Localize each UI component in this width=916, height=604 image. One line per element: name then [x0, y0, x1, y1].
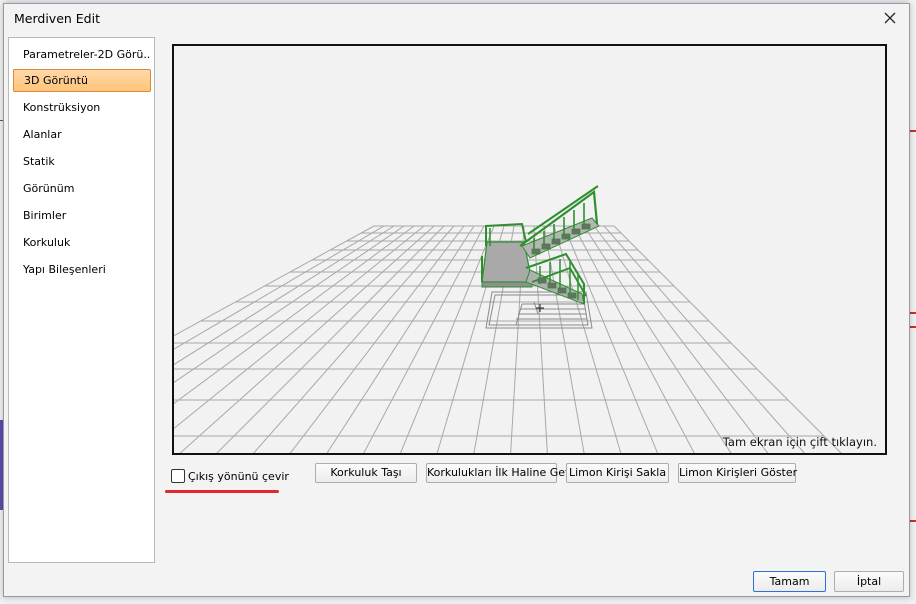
dialog-title: Merdiven Edit	[14, 11, 100, 26]
background-marker	[909, 130, 916, 132]
sidebar-item-parametreler-2d[interactable]: Parametreler-2D Görü...	[13, 43, 151, 66]
sidebar-item-birimler[interactable]: Birimler	[13, 204, 151, 227]
fullscreen-hint: Tam ekran için çift tıklayın.	[722, 435, 877, 449]
reset-railings-button[interactable]: Korkulukları İlk Haline Getir	[426, 463, 577, 483]
sidebar-item-statik[interactable]: Statik	[13, 150, 151, 173]
stair-upper-flight	[519, 185, 600, 259]
flip-exit-direction-label: Çıkış yönünü çevir	[188, 469, 289, 483]
show-stringers-button[interactable]: Limon Kirişleri Göster	[678, 463, 797, 483]
ok-button[interactable]: Tamam	[753, 571, 826, 592]
flip-exit-direction-option[interactable]: Çıkış yönünü çevir	[171, 467, 289, 485]
sidebar-item-korkuluk[interactable]: Korkuluk	[13, 231, 151, 254]
3d-viewport[interactable]: Tam ekran için çift tıklayın.	[172, 44, 887, 455]
sidebar-item-konstruksiyon[interactable]: Konstrüksiyon	[13, 96, 151, 119]
sidebar-item-gorunum[interactable]: Görünüm	[13, 177, 151, 200]
flip-exit-direction-checkbox[interactable]	[171, 469, 185, 483]
cancel-button[interactable]: İptal	[834, 571, 904, 592]
close-button[interactable]	[873, 4, 907, 32]
category-sidebar: Parametreler-2D Görü... 3D Görüntü Konst…	[8, 37, 155, 563]
sidebar-item-alanlar[interactable]: Alanlar	[13, 123, 151, 146]
sidebar-item-yapi-bilesenleri[interactable]: Yapı Bileşenleri	[13, 258, 151, 281]
stair-lower-flight	[525, 252, 587, 305]
hide-stringer-button[interactable]: Limon Kirişi Sakla	[566, 463, 669, 483]
stair-landing	[481, 222, 533, 288]
stair-3d-model	[481, 185, 600, 329]
move-railing-button[interactable]: Korkuluk Taşı	[315, 463, 417, 483]
background-marker	[909, 520, 916, 522]
background-marker	[909, 312, 916, 314]
sidebar-item-3d-goruntu[interactable]: 3D Görüntü	[13, 69, 151, 92]
background-app-bottom	[0, 596, 916, 604]
title-bar: Merdiven Edit	[4, 4, 909, 32]
close-icon	[884, 12, 896, 24]
background-marker	[909, 326, 916, 328]
merdiven-edit-dialog: Merdiven Edit Parametreler-2D Görü... 3D…	[3, 3, 910, 597]
red-annotation-underline	[165, 490, 279, 493]
